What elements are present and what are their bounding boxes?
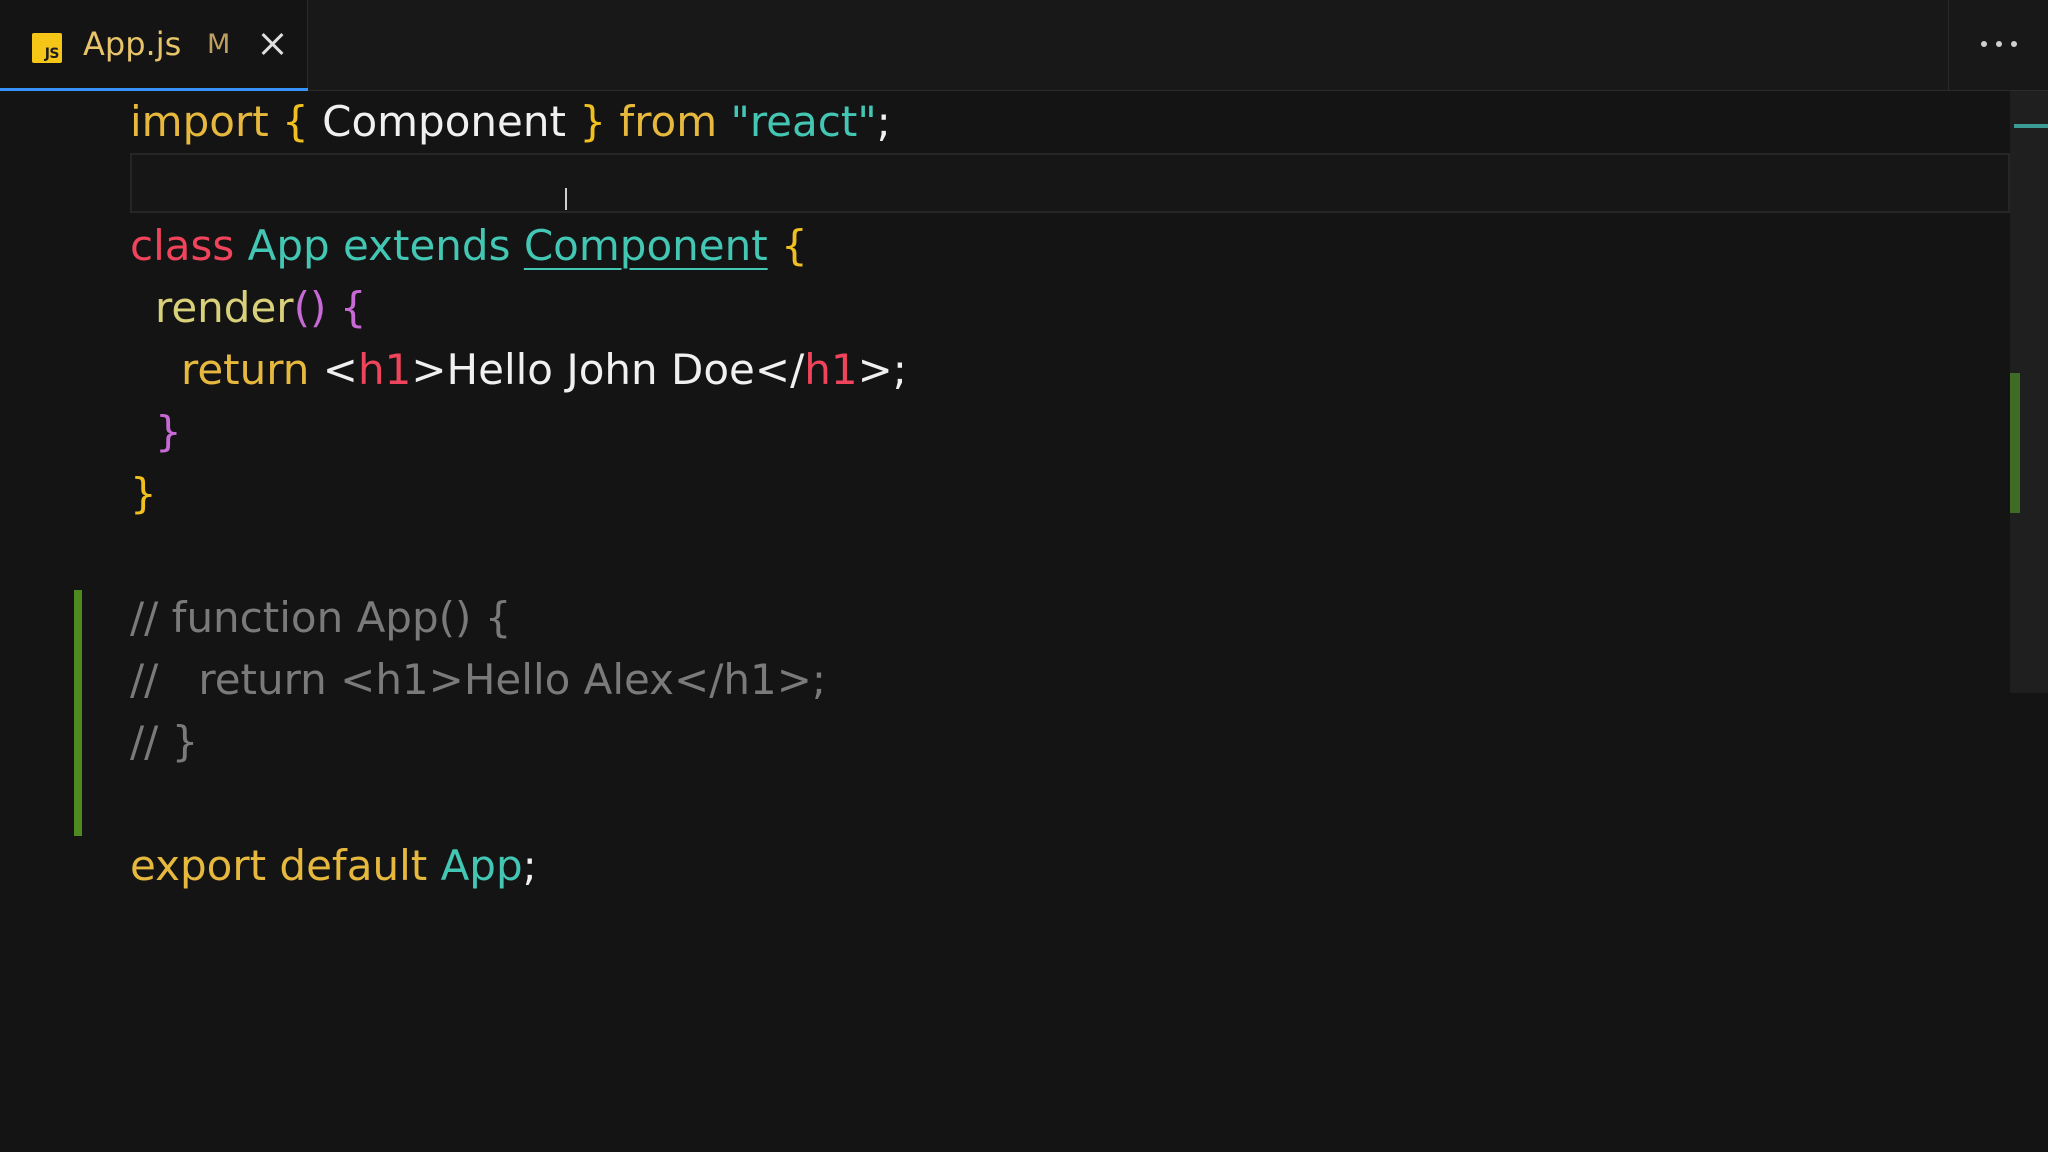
code-editor[interactable]: import { Component } from "react"; class… <box>0 91 2010 1152</box>
code-line-5[interactable]: return <h1>Hello John Doe</h1>; <box>181 339 907 401</box>
token-tag: h1 <box>804 345 858 394</box>
token-method: render <box>155 283 294 332</box>
token-keyword: default <box>279 841 428 890</box>
token-class-name: Component <box>523 221 768 270</box>
gutter-diff-indicator <box>74 590 82 836</box>
token-keyword: class <box>130 221 235 270</box>
token-punctuation: ; <box>876 97 891 146</box>
token-punctuation: >; <box>857 345 907 394</box>
code-line-4[interactable]: render() { <box>155 277 366 339</box>
code-line-6[interactable]: } <box>155 401 182 463</box>
token-brace: { <box>268 97 323 146</box>
token-comment: // } <box>130 717 199 766</box>
token-keyword: extends <box>343 221 511 270</box>
scrollbar-diff-marker <box>2010 373 2020 513</box>
token-brace: } <box>155 407 182 456</box>
code-line-11[interactable]: // } <box>130 711 198 773</box>
code-line-7[interactable]: } <box>130 463 157 525</box>
more-actions-button[interactable] <box>1948 0 2048 90</box>
token-comment: // function App() { <box>130 593 512 642</box>
js-icon-label: JS <box>44 46 60 62</box>
token-keyword: import <box>130 97 269 146</box>
token-class-name: App <box>440 841 523 890</box>
code-line-3[interactable]: class App extends Component { <box>130 215 808 277</box>
tab-bar: JS App.js M <box>0 0 2048 91</box>
token-class-name: App <box>247 221 330 270</box>
javascript-file-icon: JS <box>32 33 62 63</box>
code-line-10[interactable]: // return <h1>Hello Alex</h1>; <box>130 649 826 711</box>
token-punctuation: > <box>411 345 447 394</box>
scrollbar-cursor-marker <box>2014 124 2048 128</box>
token-keyword: from <box>619 97 718 146</box>
editor-window: JS App.js M import { Component } from "r… <box>0 0 2048 1152</box>
code-line-9[interactable]: // function App() { <box>130 587 511 649</box>
token-punctuation: ; <box>522 841 537 890</box>
text-cursor <box>565 188 567 210</box>
token-string: "react" <box>730 97 877 146</box>
code-line-1[interactable]: import { Component } from "react"; <box>130 91 891 153</box>
token-keyword: export <box>130 841 267 890</box>
token-punctuation: < <box>309 345 358 394</box>
token-tag: h1 <box>357 345 412 394</box>
ellipsis-icon <box>1981 41 2017 47</box>
token-text: Hello John Doe <box>446 345 755 394</box>
token-paren: () <box>293 283 327 332</box>
token-brace: } <box>130 469 157 518</box>
tab-filename: App.js <box>83 25 182 63</box>
token-punctuation: </ <box>754 345 805 394</box>
current-line-highlight <box>130 153 2010 213</box>
token-keyword: return <box>181 345 310 394</box>
token-brace: } <box>565 97 620 146</box>
token-brace: { <box>781 221 808 270</box>
token-identifier: Component <box>322 97 566 146</box>
token-brace: { <box>339 283 367 332</box>
modified-indicator: M <box>207 29 231 60</box>
code-line-13[interactable]: export default App; <box>130 835 537 897</box>
tab-app-js[interactable]: JS App.js M <box>0 0 308 91</box>
close-icon[interactable] <box>258 30 286 58</box>
vertical-scrollbar[interactable] <box>2010 91 2048 1152</box>
token-comment: // return <h1>Hello Alex</h1>; <box>130 655 827 704</box>
